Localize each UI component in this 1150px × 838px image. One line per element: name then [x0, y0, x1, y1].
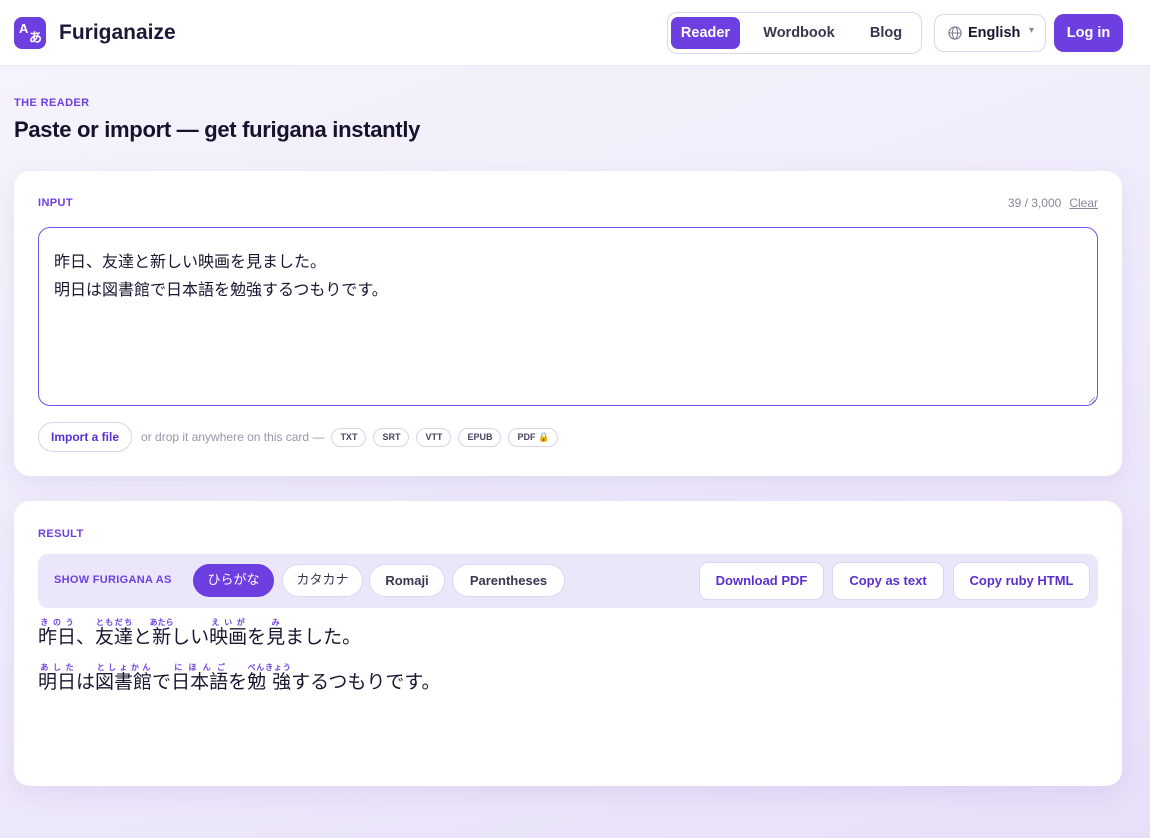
char-count: 39 — [1007, 196, 1022, 210]
nav-wordbook[interactable]: Wordbook — [754, 17, 844, 49]
ruby-word: 映画えいが — [209, 618, 248, 648]
format-chip-vtt: VTT — [416, 427, 452, 447]
result-line: 明日あしたは図書館としょかんで日本語にほんごを勉 強べんきょうするつもりです。 — [38, 660, 440, 705]
mode-romaji[interactable]: Romaji — [369, 564, 445, 597]
language-label: English — [968, 25, 1021, 41]
format-chip-txt: TXT — [331, 427, 367, 447]
language-select[interactable]: English ▾ — [934, 14, 1046, 52]
app-name: Furiganaize — [59, 21, 176, 44]
furigana-reading: み — [266, 618, 286, 627]
ruby-word: 友達ともだち — [95, 618, 134, 648]
result-label: RESULT — [38, 528, 84, 540]
plain-text: は — [76, 671, 96, 693]
furigana-reading: べんきょう — [247, 663, 292, 672]
copy-ruby-html-button[interactable]: Copy ruby HTML — [953, 562, 1090, 600]
plain-text: ました。 — [285, 626, 362, 648]
plain-text: を — [247, 626, 267, 648]
logo-latin: A — [19, 21, 29, 36]
result-text: 昨日きのう、友達ともだちと新あたらしい映画えいがを見みました。 明日あしたは図書館… — [38, 615, 440, 705]
char-counter: 39 / 3,000 Clear — [1007, 196, 1098, 210]
logo-icon: A あ — [14, 17, 46, 49]
result-line: 昨日きのう、友達ともだちと新あたらしい映画えいがを見みました。 — [38, 615, 440, 660]
furigana-reading: えいが — [209, 618, 248, 627]
mode-katakana[interactable]: カタカナ — [282, 564, 363, 597]
ruby-word: 明日あした — [38, 663, 77, 693]
ruby-word: 見み — [266, 618, 286, 648]
format-chip-epub: EPUB — [458, 427, 502, 447]
ruby-word: 新あたら — [149, 618, 174, 648]
drop-hint: or drop it anywhere on this card — — [141, 430, 325, 444]
page-title: Paste or import — get furigana instantly — [14, 117, 421, 142]
format-chip-srt: SRT — [373, 427, 410, 447]
result-toolbar: SHOW FURIGANA AS ひらがな カタカナ Romaji Parent… — [38, 554, 1098, 608]
ruby-word: 勉 強べんきょう — [247, 663, 292, 693]
furigana-reading: あした — [38, 663, 76, 672]
import-file-button[interactable]: Import a file — [38, 422, 133, 452]
result-card: RESULT SHOW FURIGANA AS ひらがな カタカナ Romaji… — [14, 501, 1122, 786]
input-label: INPUT — [38, 197, 73, 209]
clear-button[interactable]: Clear — [1069, 196, 1098, 210]
furigana-reading: きのう — [38, 618, 76, 627]
brand[interactable]: A あ Furiganaize — [14, 17, 176, 49]
furigana-reading: にほんご — [171, 663, 229, 672]
copy-text-button[interactable]: Copy as text — [832, 562, 944, 600]
format-chip-pdf: PDF 🔒 — [508, 427, 559, 447]
mode-hiragana[interactable]: ひらがな — [193, 564, 274, 597]
ruby-word: 昨日きのう — [38, 618, 77, 648]
nav-blog[interactable]: Blog — [860, 17, 912, 49]
globe-icon — [948, 26, 962, 40]
ruby-word: 日本語にほんご — [171, 663, 229, 693]
show-as-label: SHOW FURIGANA AS — [54, 574, 172, 586]
plain-text: で — [152, 671, 172, 693]
char-limit: 3,000 — [1031, 196, 1062, 210]
plain-text: するつもりです。 — [291, 671, 441, 693]
page-kicker: THE READER — [14, 97, 90, 109]
ruby-word: 図書館としょかん — [95, 663, 153, 693]
login-button[interactable]: Log in — [1054, 14, 1123, 52]
plain-text: 、 — [76, 626, 96, 648]
plain-text: を — [228, 671, 248, 693]
furigana-reading: ともだち — [95, 618, 134, 627]
furigana-reading: としょかん — [95, 663, 153, 672]
top-bar: A あ Furiganaize Reader Wordbook Blog Eng… — [0, 0, 1150, 66]
input-textarea[interactable]: 昨日、友達と新しい映画を見ました。 明日は図書館で日本語を勉強するつもりです。 — [38, 227, 1098, 406]
furigana-reading: あたら — [149, 618, 174, 627]
logo-kana: あ — [28, 31, 42, 46]
download-pdf-button[interactable]: Download PDF — [699, 562, 824, 600]
chevron-down-icon: ▾ — [1029, 25, 1035, 36]
nav-reader[interactable]: Reader — [671, 17, 740, 49]
mode-parentheses[interactable]: Parentheses — [452, 564, 565, 597]
plain-text: しい — [171, 626, 210, 648]
main-nav: Reader Wordbook Blog — [667, 12, 922, 54]
import-row: Import a file or drop it anywhere on thi… — [38, 422, 559, 452]
resize-handle-icon[interactable] — [1088, 396, 1096, 404]
input-card: INPUT 39 / 3,000 Clear 昨日、友達と新しい映画を見ました。 … — [14, 171, 1122, 476]
